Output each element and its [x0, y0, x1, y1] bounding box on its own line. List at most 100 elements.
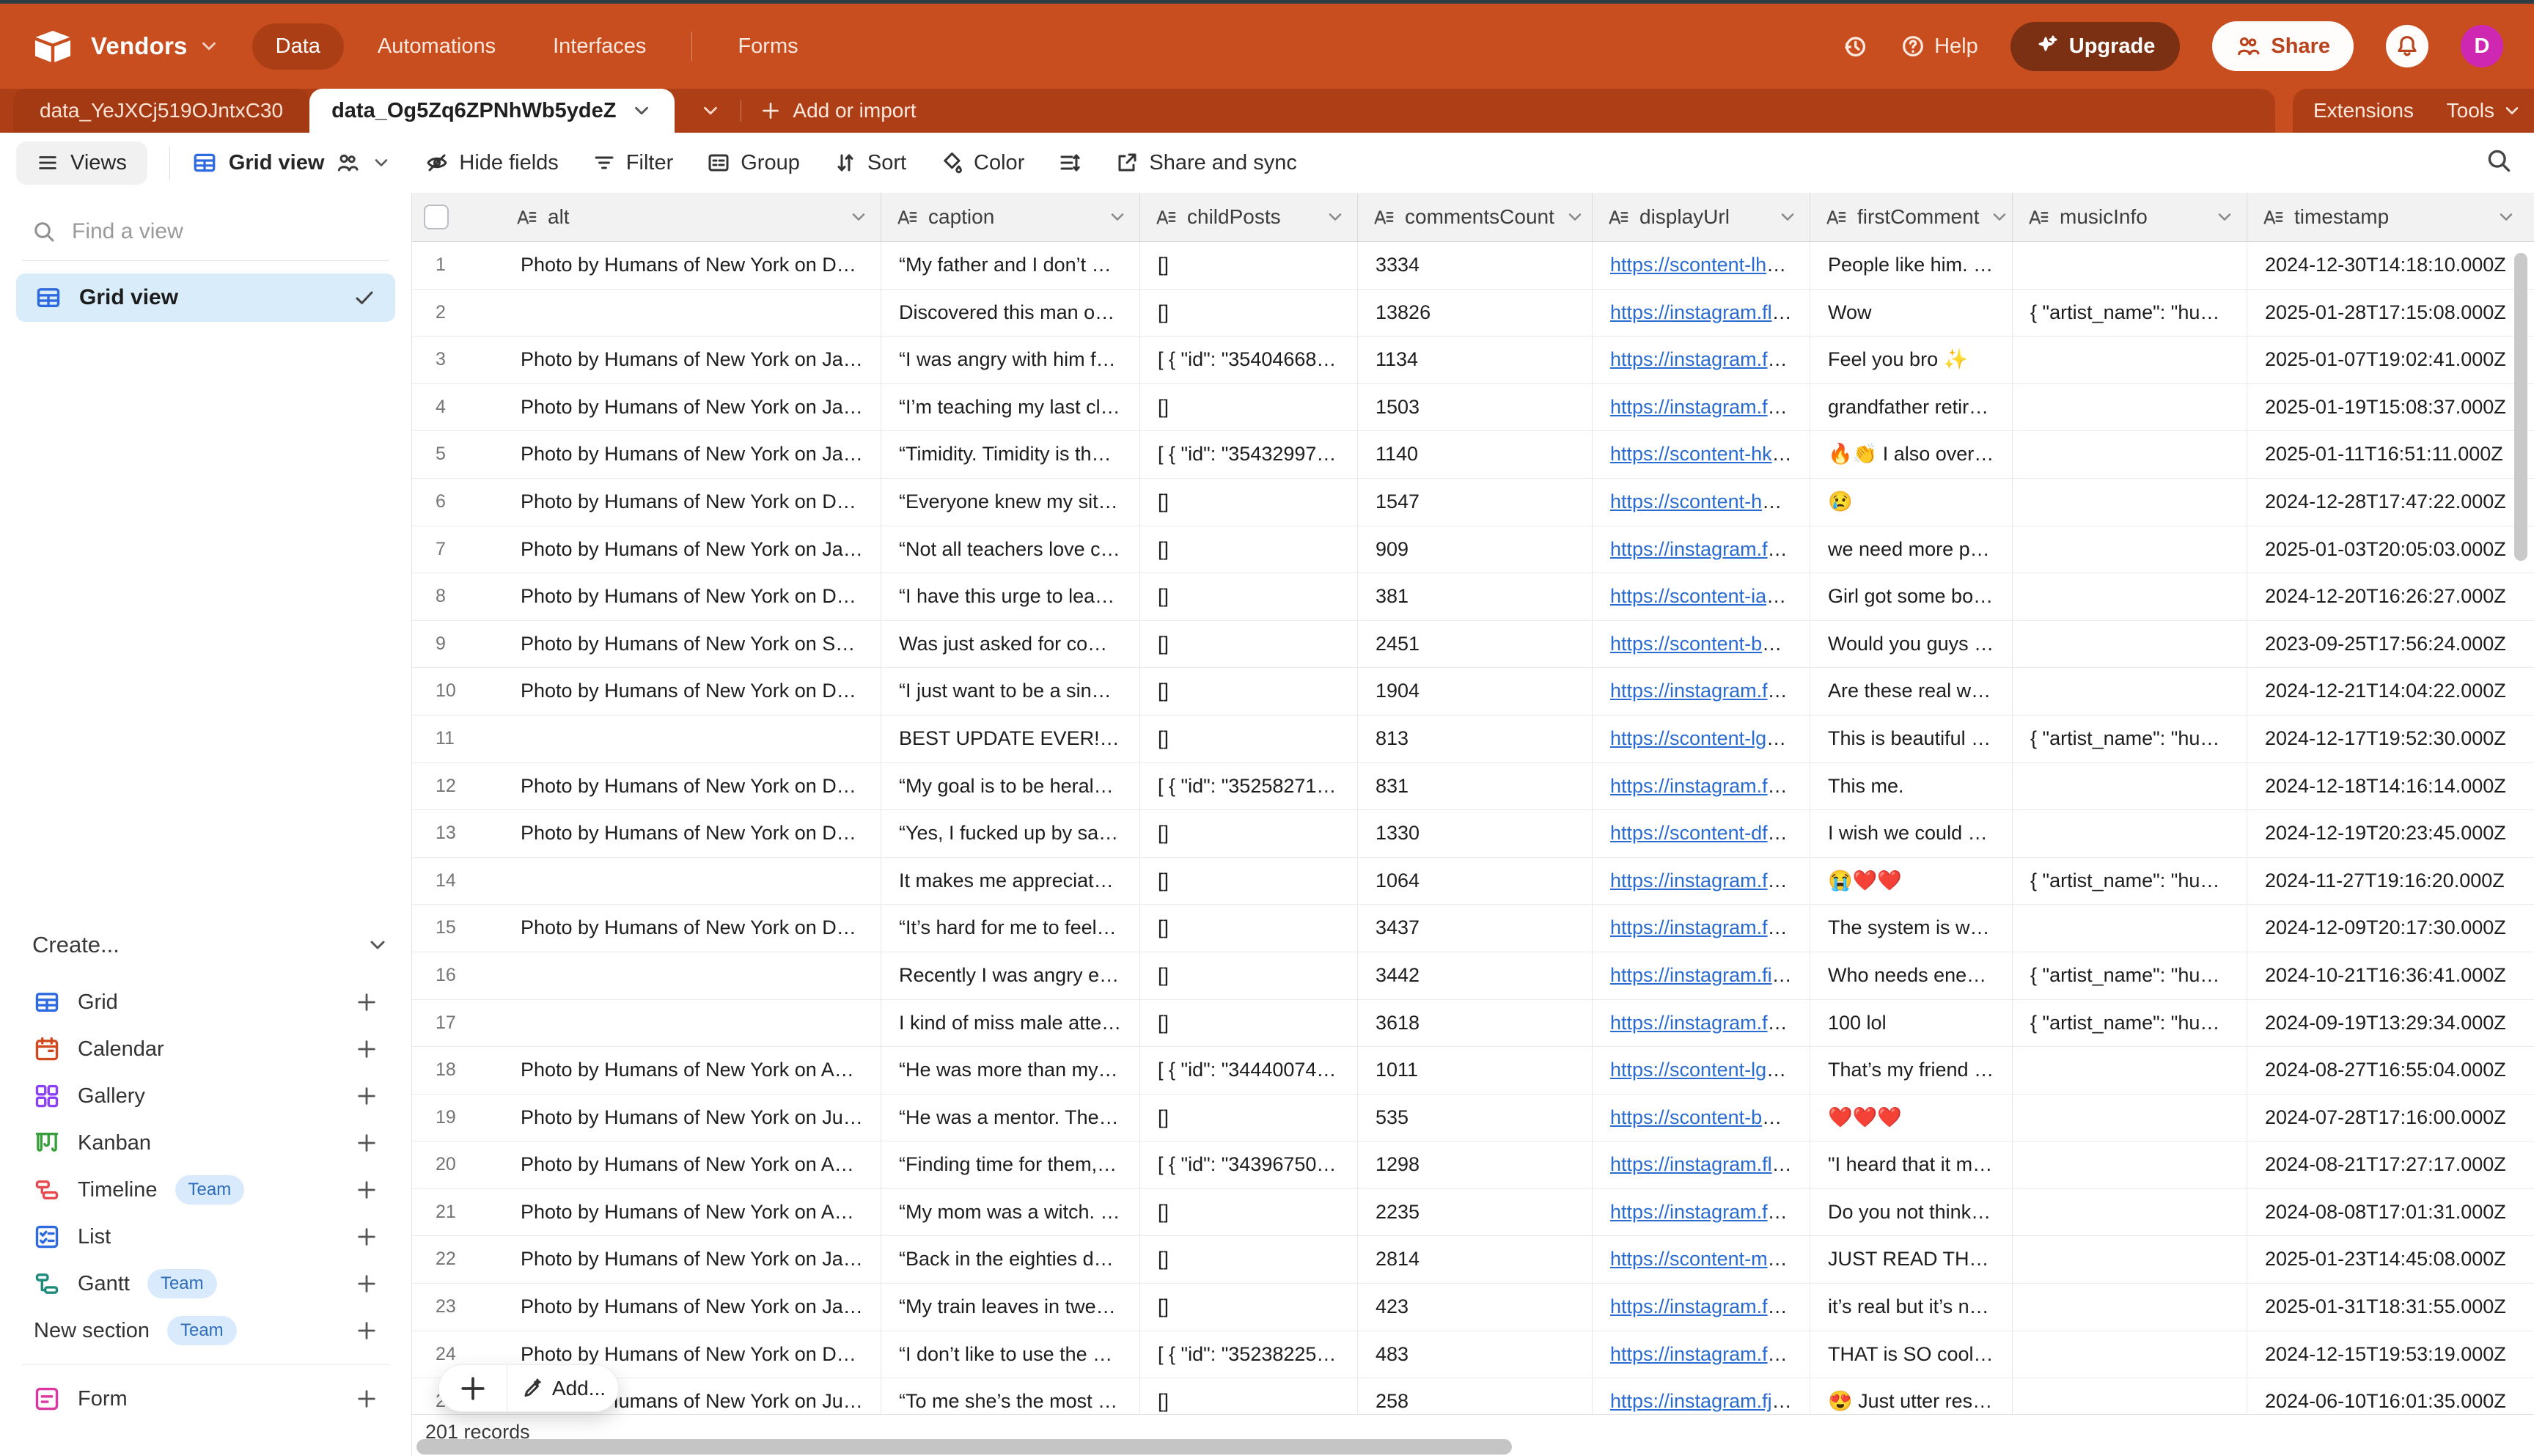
column-header-timestamp[interactable]: timestamp [2247, 193, 2528, 241]
cell-musicInfo[interactable] [2012, 1284, 2247, 1331]
cell-commentsCount[interactable]: 1011 [1357, 1047, 1592, 1094]
add-view-plus-icon[interactable] [356, 1038, 378, 1060]
cell-alt[interactable]: Photo by Humans of New York on Jul… [501, 1095, 881, 1141]
cell-musicInfo[interactable] [2012, 810, 2247, 857]
cell-displayUrl[interactable]: https://instagram.ftg… [1592, 858, 1810, 905]
cell-displayUrl[interactable]: https://instagram.fy… [1592, 337, 1810, 383]
share-button[interactable]: Share [2212, 21, 2354, 71]
column-chevron-down-icon[interactable] [1325, 207, 1350, 227]
table-tab-2[interactable]: data_Og5Zq6ZPNhWb5ydeZ [309, 89, 675, 133]
cell-timestamp[interactable]: 2024-08-21T17:27:17.000Z [2247, 1141, 2528, 1188]
cell-firstComment[interactable]: I wish we could ge… [1810, 810, 2012, 857]
cell-firstComment[interactable]: Are these real wor… [1810, 668, 2012, 715]
display-url-link[interactable]: https://instagram.fc… [1610, 1343, 1797, 1365]
cell-timestamp[interactable]: 2024-12-15T19:53:19.000Z [2247, 1331, 2528, 1378]
cell-caption[interactable]: “I was angry with him for … [881, 337, 1139, 383]
cell-commentsCount[interactable]: 1064 [1357, 858, 1592, 905]
table-tab-1[interactable]: data_YeJXCj519OJntxC30 [13, 89, 309, 133]
cell-displayUrl[interactable]: https://instagram.fbf… [1592, 384, 1810, 431]
cell-displayUrl[interactable]: https://instagram.fli… [1592, 290, 1810, 337]
cell-childPosts[interactable]: [] [1139, 526, 1357, 573]
share-and-sync-button[interactable]: Share and sync [1115, 151, 1297, 175]
column-chevron-down-icon[interactable] [1107, 207, 1132, 227]
column-header-childPosts[interactable]: childPosts [1139, 193, 1357, 241]
cell-displayUrl[interactable]: https://instagram.fc… [1592, 1331, 1810, 1378]
cell-displayUrl[interactable]: https://instagram.flh… [1592, 1141, 1810, 1188]
cell-firstComment[interactable]: it’s real but it’s not… [1810, 1284, 2012, 1331]
cell-musicInfo[interactable] [2012, 1095, 2247, 1141]
column-header-displayUrl[interactable]: displayUrl [1592, 193, 1810, 241]
cell-commentsCount[interactable]: 1904 [1357, 668, 1592, 715]
cell-firstComment[interactable]: 🔥👏 I also overca… [1810, 431, 2012, 478]
cell-firstComment[interactable]: Who needs enemi… [1810, 952, 2012, 999]
display-url-link[interactable]: https://scontent-lga… [1610, 1059, 1797, 1081]
cell-caption[interactable]: Recently I was angry eno… [881, 952, 1139, 999]
create-item-list[interactable]: List [16, 1213, 395, 1260]
column-header-caption[interactable]: caption [881, 193, 1139, 241]
tools-button[interactable]: Tools [2447, 99, 2522, 122]
cell-caption[interactable]: “Timidity. Timidity is the … [881, 431, 1139, 478]
add-view-plus-icon[interactable] [356, 1132, 378, 1154]
row-number[interactable]: 6 [412, 479, 501, 526]
cell-caption[interactable]: “To me she’s the most pr… [881, 1378, 1139, 1414]
display-url-link[interactable]: https://scontent-hkg… [1610, 443, 1803, 465]
cell-childPosts[interactable]: [ { "id": "35432997… [1139, 431, 1357, 478]
cell-musicInfo[interactable]: { "artist_name": "huma… [2012, 858, 2247, 905]
cell-commentsCount[interactable]: 1134 [1357, 337, 1592, 383]
cell-displayUrl[interactable]: https://scontent-ber… [1592, 1095, 1810, 1141]
display-url-link[interactable]: https://instagram.fjp… [1610, 1390, 1803, 1412]
create-section-header[interactable]: Create... [32, 932, 389, 958]
cell-caption[interactable]: “He was a mentor. The le… [881, 1095, 1139, 1141]
cell-timestamp[interactable]: 2024-08-08T17:01:31.000Z [2247, 1189, 2528, 1236]
create-item-gallery[interactable]: Gallery [16, 1073, 395, 1119]
cell-timestamp[interactable]: 2024-12-30T14:18:10.000Z [2247, 242, 2528, 289]
cell-commentsCount[interactable]: 1330 [1357, 810, 1592, 857]
cell-childPosts[interactable]: [] [1139, 242, 1357, 289]
row-number[interactable]: 2 [412, 290, 501, 337]
column-chevron-down-icon[interactable] [848, 207, 873, 227]
cell-musicInfo[interactable] [2012, 573, 2247, 620]
cell-timestamp[interactable]: 2024-07-28T17:16:00.000Z [2247, 1095, 2528, 1141]
cell-caption[interactable]: “Everyone knew my situat… [881, 479, 1139, 526]
workspace-title[interactable]: Vendors [91, 32, 188, 60]
cell-timestamp[interactable]: 2025-01-19T15:08:37.000Z [2247, 384, 2528, 431]
sidebar-item-grid-view[interactable]: Grid view [16, 273, 395, 322]
cell-firstComment[interactable]: Would you guys e… [1810, 621, 2012, 668]
cell-childPosts[interactable]: [ { "id": "35404668… [1139, 337, 1357, 383]
cell-caption[interactable]: “My train leaves in twenty… [881, 1284, 1139, 1331]
cell-displayUrl[interactable]: https://scontent-dfw… [1592, 810, 1810, 857]
cell-displayUrl[interactable]: https://instagram.fit… [1592, 952, 1810, 999]
cell-musicInfo[interactable] [2012, 1189, 2247, 1236]
cell-alt[interactable]: Photo by Humans of New York on De… [501, 810, 881, 857]
cell-firstComment[interactable]: grandfather retire… [1810, 384, 2012, 431]
cell-firstComment[interactable]: 100 lol [1810, 1000, 2012, 1047]
cell-displayUrl[interactable]: https://instagram.fc… [1592, 668, 1810, 715]
cell-displayUrl[interactable]: https://scontent-lhr… [1592, 242, 1810, 289]
cell-childPosts[interactable]: [] [1139, 621, 1357, 668]
cell-alt[interactable] [501, 952, 881, 999]
cell-alt[interactable]: Photo by Humans of New York on Jan… [501, 526, 881, 573]
cell-timestamp[interactable]: 2024-09-19T13:29:34.000Z [2247, 1000, 2528, 1047]
cell-timestamp[interactable]: 2025-01-03T20:05:03.000Z [2247, 526, 2528, 573]
cell-commentsCount[interactable]: 2235 [1357, 1189, 1592, 1236]
color-button[interactable]: Color [940, 151, 1024, 175]
cell-childPosts[interactable]: [] [1139, 1236, 1357, 1283]
display-url-link[interactable]: https://scontent-iad… [1610, 585, 1797, 607]
add-view-plus-icon[interactable] [356, 1179, 378, 1201]
cell-childPosts[interactable]: [] [1139, 810, 1357, 857]
create-item-kanban[interactable]: Kanban [16, 1119, 395, 1166]
cell-alt[interactable] [501, 858, 881, 905]
cell-timestamp[interactable]: 2023-09-25T17:56:24.000Z [2247, 621, 2528, 668]
row-number[interactable]: 9 [412, 621, 501, 668]
cell-firstComment[interactable]: Do you not think p… [1810, 1189, 2012, 1236]
cell-displayUrl[interactable]: https://scontent-ma… [1592, 1236, 1810, 1283]
display-url-link[interactable]: https://instagram.fm… [1610, 1295, 1804, 1317]
cell-firstComment[interactable]: 😍 Just utter respe… [1810, 1378, 2012, 1414]
display-url-link[interactable]: https://scontent-hou… [1610, 490, 1804, 512]
display-url-link[interactable]: https://instagram.fy… [1610, 348, 1797, 370]
cell-musicInfo[interactable] [2012, 763, 2247, 810]
cell-firstComment[interactable]: This me. [1810, 763, 2012, 810]
cell-musicInfo[interactable] [2012, 242, 2247, 289]
row-number[interactable]: 15 [412, 905, 501, 952]
cell-alt[interactable]: Photo by Humans of New York on De… [501, 242, 881, 289]
